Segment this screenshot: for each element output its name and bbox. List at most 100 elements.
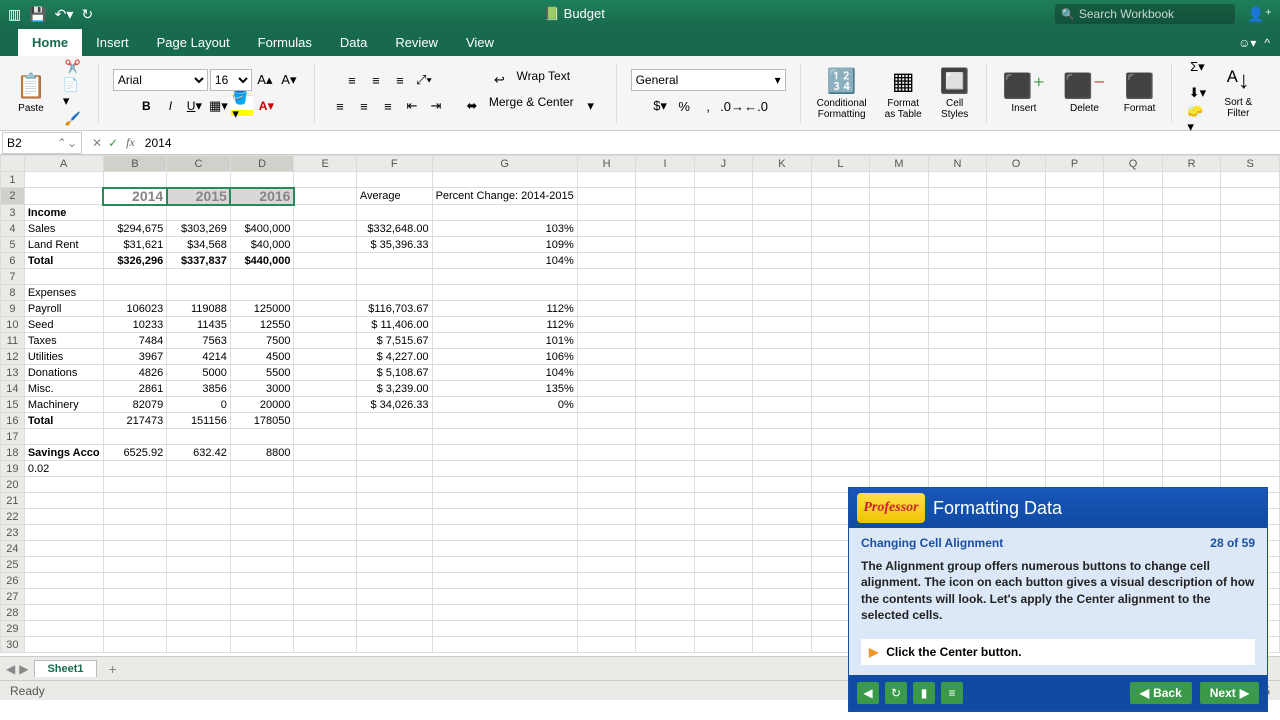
cell-N16[interactable] <box>928 413 987 429</box>
merge-center-button[interactable]: Merge & Center <box>485 95 578 117</box>
align-middle-icon[interactable]: ≡ <box>365 69 387 91</box>
cell-A4[interactable]: Sales <box>24 221 103 237</box>
sheet-nav-next-icon[interactable]: ▶ <box>19 662 28 676</box>
cell-I18[interactable] <box>636 445 694 461</box>
cell-D19[interactable] <box>230 461 294 477</box>
format-painter-icon[interactable]: 🖌️ <box>62 108 84 130</box>
cell-R9[interactable] <box>1162 301 1221 317</box>
cell-J29[interactable] <box>694 621 752 637</box>
cell-B13[interactable]: 4826 <box>103 365 167 381</box>
cell-M7[interactable] <box>870 269 929 285</box>
cell-H6[interactable] <box>577 253 636 269</box>
cell-H20[interactable] <box>577 477 636 493</box>
cell-N2[interactable] <box>928 188 987 205</box>
cell-G1[interactable] <box>432 172 577 188</box>
cell-M6[interactable] <box>870 253 929 269</box>
font-name-select[interactable]: Arial <box>113 69 208 91</box>
cell-S1[interactable] <box>1221 172 1280 188</box>
cell-A15[interactable]: Machinery <box>24 397 103 413</box>
cell-J5[interactable] <box>694 237 752 253</box>
cell-G4[interactable]: 103% <box>432 221 577 237</box>
cell-K25[interactable] <box>753 557 812 573</box>
cell-O14[interactable] <box>987 381 1046 397</box>
cell-F15[interactable]: $ 34,026.33 <box>356 397 432 413</box>
decrease-indent-icon[interactable]: ⇤ <box>401 95 423 117</box>
cell-J8[interactable] <box>694 285 752 301</box>
cell-H11[interactable] <box>577 333 636 349</box>
cell-G5[interactable]: 109% <box>432 237 577 253</box>
cell-E14[interactable] <box>294 381 356 397</box>
cell-H23[interactable] <box>577 525 636 541</box>
cell-E27[interactable] <box>294 589 356 605</box>
cell-C26[interactable] <box>167 573 231 589</box>
cell-I7[interactable] <box>636 269 694 285</box>
cell-K6[interactable] <box>753 253 812 269</box>
font-size-select[interactable]: 16 <box>210 69 252 91</box>
orientation-icon[interactable]: ⤢▾ <box>413 69 435 91</box>
cell-D26[interactable] <box>230 573 294 589</box>
cell-S4[interactable] <box>1221 221 1280 237</box>
cell-Q16[interactable] <box>1104 413 1163 429</box>
cell-H24[interactable] <box>577 541 636 557</box>
decrease-font-icon[interactable]: A▾ <box>278 69 300 91</box>
cell-P12[interactable] <box>1045 349 1104 365</box>
cell-G14[interactable]: 135% <box>432 381 577 397</box>
redo-icon[interactable]: ↻ <box>81 6 93 23</box>
cell-I27[interactable] <box>636 589 694 605</box>
clear-icon[interactable]: 🧽▾ <box>1186 108 1208 130</box>
cell-E4[interactable] <box>294 221 356 237</box>
cell-J21[interactable] <box>694 493 752 509</box>
sort-filter-button[interactable]: ᴬ↓Sort & Filter <box>1218 65 1258 121</box>
cell-C10[interactable]: 11435 <box>167 317 231 333</box>
cell-Q1[interactable] <box>1104 172 1163 188</box>
cell-C14[interactable]: 3856 <box>167 381 231 397</box>
cell-F27[interactable] <box>356 589 432 605</box>
tab-view[interactable]: View <box>452 29 508 56</box>
cell-B24[interactable] <box>103 541 167 557</box>
cell-E24[interactable] <box>294 541 356 557</box>
cell-N17[interactable] <box>928 429 987 445</box>
cell-L13[interactable] <box>811 365 869 381</box>
cell-F16[interactable] <box>356 413 432 429</box>
cell-E16[interactable] <box>294 413 356 429</box>
increase-decimal-icon[interactable]: .0→ <box>721 95 743 117</box>
cell-J10[interactable] <box>694 317 752 333</box>
cell-D29[interactable] <box>230 621 294 637</box>
cell-B14[interactable]: 2861 <box>103 381 167 397</box>
italic-button[interactable]: I <box>159 95 181 117</box>
cell-Q5[interactable] <box>1104 237 1163 253</box>
cell-G6[interactable]: 104% <box>432 253 577 269</box>
cell-Q19[interactable] <box>1104 461 1163 477</box>
cell-C29[interactable] <box>167 621 231 637</box>
cell-B19[interactable] <box>103 461 167 477</box>
cell-G25[interactable] <box>432 557 577 573</box>
cell-H26[interactable] <box>577 573 636 589</box>
cell-S10[interactable] <box>1221 317 1280 333</box>
cell-K26[interactable] <box>753 573 812 589</box>
cell-R2[interactable] <box>1162 188 1221 205</box>
cell-P17[interactable] <box>1045 429 1104 445</box>
search-workbook-input[interactable]: Search Workbook <box>1055 4 1235 24</box>
cell-B5[interactable]: $31,621 <box>103 237 167 253</box>
cell-N11[interactable] <box>928 333 987 349</box>
cell-H8[interactable] <box>577 285 636 301</box>
insert-cells-button[interactable]: ⬛⁺Insert <box>997 70 1052 116</box>
cell-N1[interactable] <box>928 172 987 188</box>
cell-D21[interactable] <box>230 493 294 509</box>
cell-I19[interactable] <box>636 461 694 477</box>
cell-H29[interactable] <box>577 621 636 637</box>
cell-L19[interactable] <box>811 461 869 477</box>
cell-G27[interactable] <box>432 589 577 605</box>
cell-K16[interactable] <box>753 413 812 429</box>
cell-M3[interactable] <box>870 205 929 221</box>
cell-C22[interactable] <box>167 509 231 525</box>
cell-P13[interactable] <box>1045 365 1104 381</box>
cell-R7[interactable] <box>1162 269 1221 285</box>
cell-E3[interactable] <box>294 205 356 221</box>
cell-H5[interactable] <box>577 237 636 253</box>
cell-D10[interactable]: 12550 <box>230 317 294 333</box>
cell-H3[interactable] <box>577 205 636 221</box>
cell-A28[interactable] <box>24 605 103 621</box>
bold-button[interactable]: B <box>135 95 157 117</box>
cell-G29[interactable] <box>432 621 577 637</box>
